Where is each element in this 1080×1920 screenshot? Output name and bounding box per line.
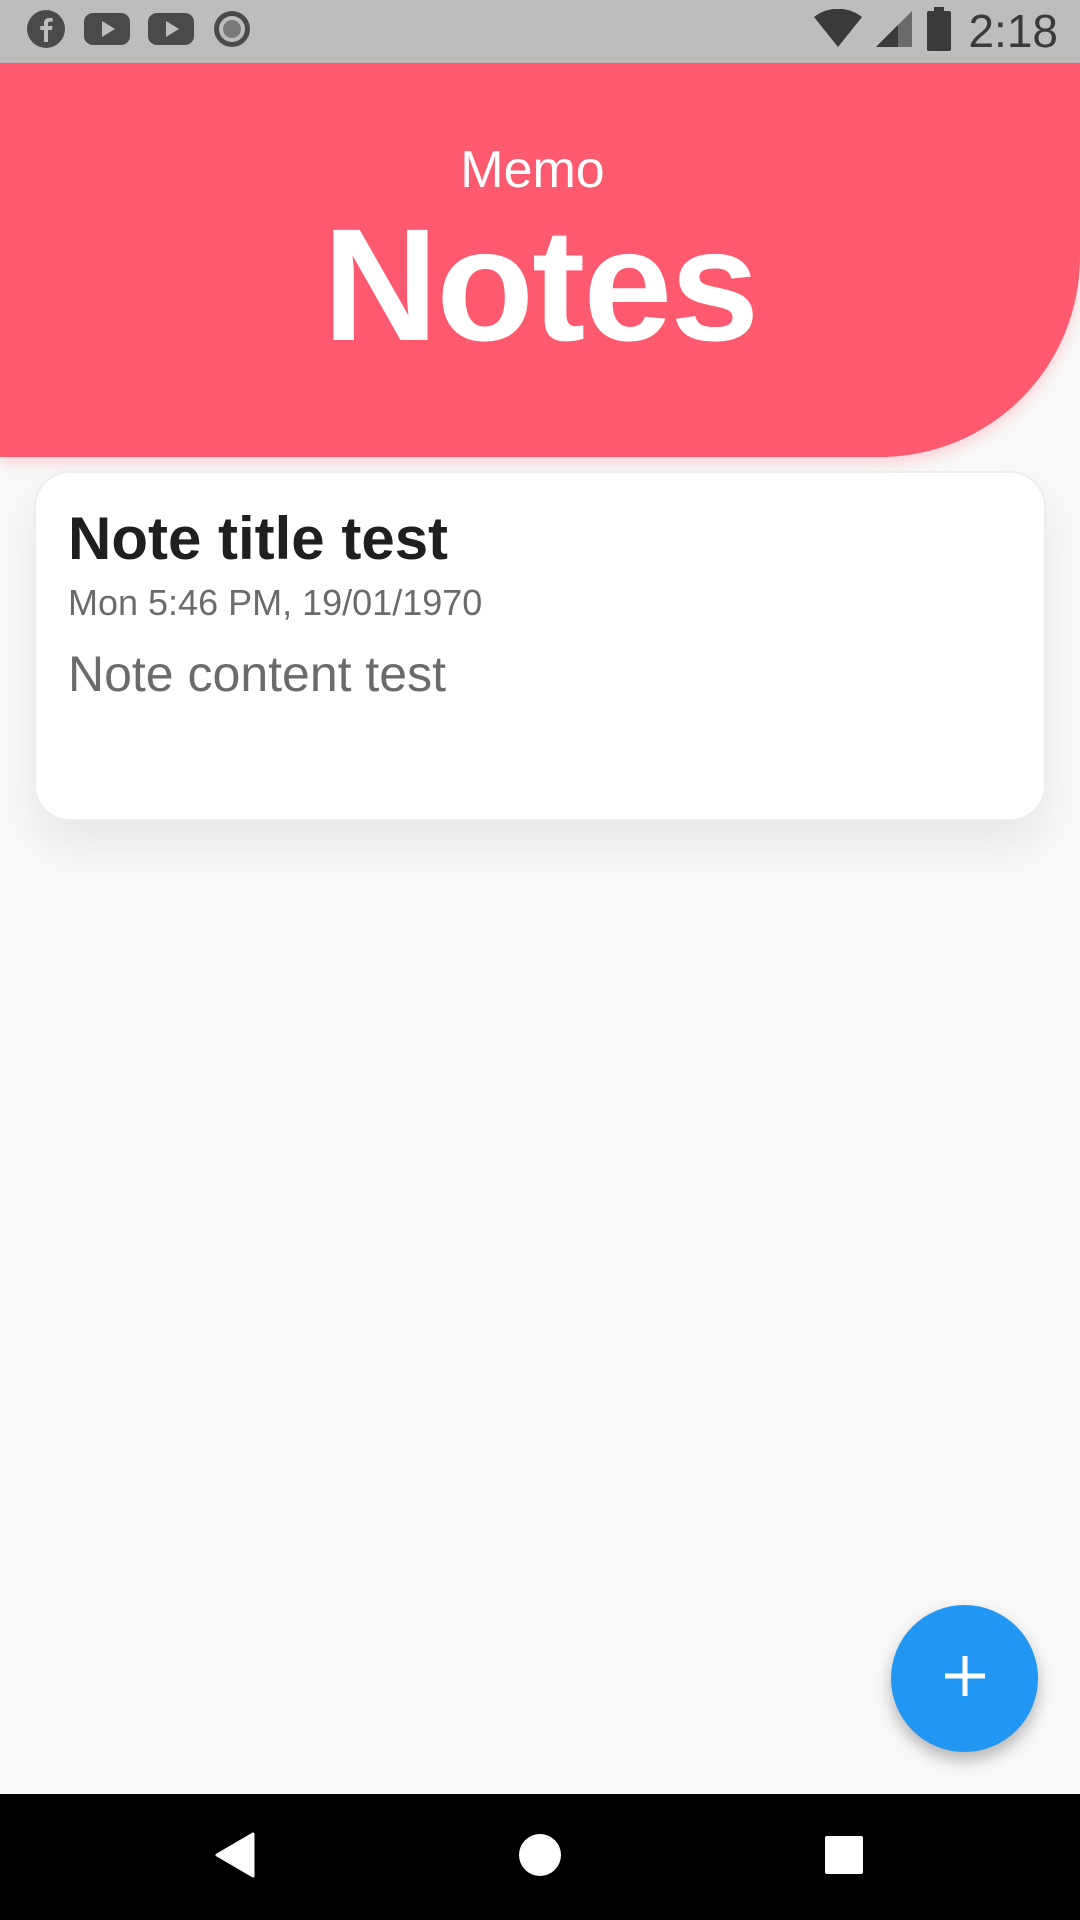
back-icon [213, 1832, 257, 1883]
home-icon [518, 1833, 562, 1882]
system-status-icons: 2:18 [814, 6, 1058, 56]
cell-signal-icon [874, 9, 914, 54]
back-button[interactable] [165, 1794, 305, 1920]
home-button[interactable] [470, 1794, 610, 1920]
header: Memo Notes [0, 63, 1080, 457]
note-content: Note content test [68, 646, 447, 702]
youtube-icon [84, 11, 130, 52]
recents-icon [824, 1835, 864, 1880]
app-subtitle: Memo [460, 141, 605, 199]
note-title: Note title test [68, 505, 449, 572]
plus-icon [943, 1654, 987, 1703]
facebook-icon [26, 9, 66, 54]
youtube-icon [148, 11, 194, 52]
add-note-button[interactable] [891, 1605, 1038, 1752]
wifi-icon [814, 8, 863, 54]
recents-button[interactable] [774, 1794, 914, 1920]
battery-icon [926, 6, 952, 56]
note-date: Mon 5:46 PM, 19/01/1970 [68, 582, 483, 623]
note-card[interactable]: Note title test Mon 5:46 PM, 19/01/1970 … [34, 471, 1046, 821]
record-icon [212, 9, 252, 54]
status-time: 2:18 [968, 5, 1058, 57]
notification-icons [26, 9, 252, 54]
status-bar: 2:18 [0, 0, 1080, 63]
notes-screen: 2:18 Memo Notes Note title test Mon 5:46… [0, 0, 1080, 1920]
page-title: Notes [322, 195, 760, 374]
navigation-bar [0, 1794, 1080, 1920]
